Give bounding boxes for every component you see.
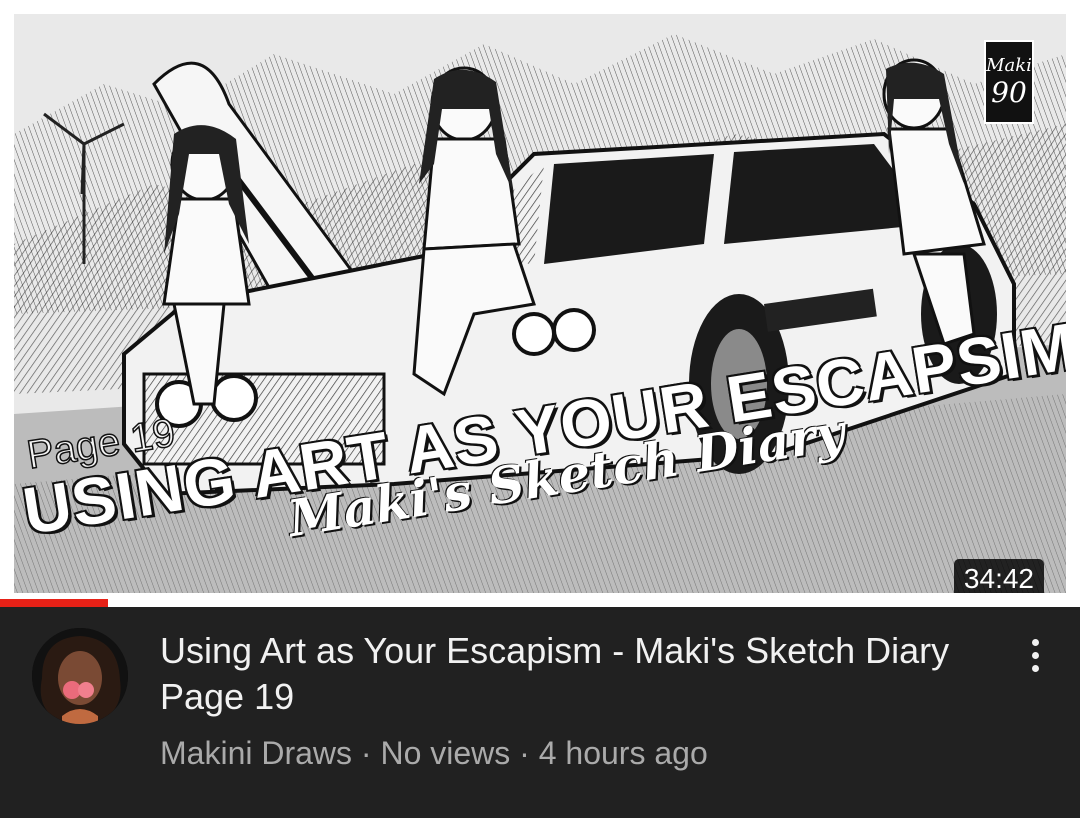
more-vert-icon [1031, 664, 1039, 672]
more-vert-icon [1031, 638, 1039, 646]
thumbnail-image[interactable]: Page 19 USING ART AS YOUR ESCAPSIM Maki'… [14, 14, 1066, 593]
duration-badge: 34:42 [953, 559, 1044, 593]
more-vert-icon [1031, 651, 1039, 659]
upload-age: 4 hours ago [538, 735, 708, 771]
video-card[interactable]: Page 19 USING ART AS YOUR ESCAPSIM Maki'… [0, 0, 1080, 818]
thumbnail-logo: Maki 90 [984, 40, 1034, 124]
video-meta: Makini Draws · No views · 4 hours ago [160, 732, 708, 774]
logo-text: Maki [986, 55, 1032, 76]
channel-avatar[interactable] [32, 628, 128, 724]
avatar-icon [32, 628, 128, 724]
channel-name[interactable]: Makini Draws [160, 735, 352, 771]
logo-mark: 90 [991, 76, 1027, 109]
more-options-button[interactable] [1010, 630, 1060, 680]
view-count: No views [380, 735, 511, 771]
video-thumbnail[interactable]: Page 19 USING ART AS YOUR ESCAPSIM Maki'… [0, 0, 1080, 607]
video-title[interactable]: Using Art as Your Escapism - Maki's Sket… [160, 628, 960, 720]
meta-separator: · [510, 735, 539, 771]
watch-progress-fill [0, 599, 108, 607]
meta-separator: · [352, 735, 381, 771]
watch-progress-bar [0, 599, 1080, 607]
